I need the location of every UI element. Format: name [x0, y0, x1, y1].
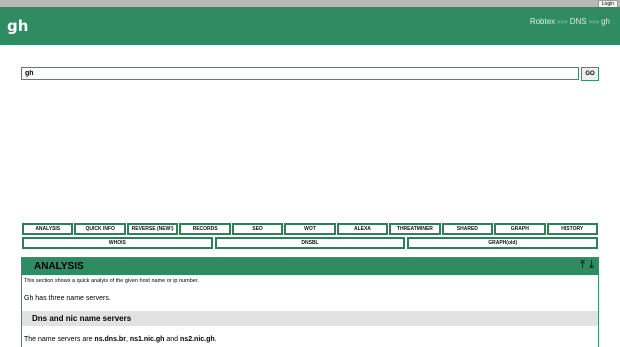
tab-dnsbl[interactable]: DNSBL [214, 237, 406, 249]
go-button[interactable]: GO [581, 67, 599, 81]
ns-link-1[interactable]: ns.dns.br [94, 336, 126, 343]
subsection-header: Dns and nic name servers [22, 311, 598, 326]
search-input[interactable] [21, 67, 579, 80]
tab-threatminer[interactable]: THREATMINER [389, 223, 441, 235]
top-strip [0, 0, 620, 7]
breadcrumb-dns[interactable]: DNS [570, 17, 587, 26]
scroll-bottom-icon[interactable]: ⤓ [589, 259, 594, 271]
tab-row-secondary: WHOIS DNSBL GRAPH(old) [22, 237, 599, 249]
site-logo[interactable]: gh [7, 17, 28, 35]
breadcrumb-gh[interactable]: gh [601, 17, 610, 26]
tab-shared[interactable]: SHARED [441, 223, 494, 235]
tab-quick-info[interactable]: QUICK INFO [74, 223, 126, 235]
tab-records[interactable]: RECORDS [179, 223, 231, 235]
ns-prefix: The name servers are [24, 336, 95, 343]
panel-controls: ⤒ ⤓ [576, 259, 594, 272]
name-servers-text: The name servers are ns.dns.br, ns1.nic.… [24, 336, 217, 343]
tab-analysis[interactable]: ANALYSIS [22, 223, 74, 235]
breadcrumb: Robtex >>> DNS >>> gh [530, 17, 610, 26]
subsection-title: Dns and nic name servers [32, 314, 132, 323]
scroll-top-icon[interactable]: ⤒ [580, 259, 585, 271]
tab-row-primary: ANALYSIS QUICK INFO REVERSE (NEW!) RECOR… [22, 223, 598, 235]
tab-reverse[interactable]: REVERSE (NEW!) [126, 223, 179, 235]
tab-graph-old[interactable]: GRAPH(old) [407, 237, 599, 249]
ns-suffix: . [214, 336, 217, 343]
panel-header: ANALYSIS ⤒ ⤓ [22, 258, 598, 275]
breadcrumb-separator: >>> [588, 20, 600, 26]
breadcrumb-separator: >>> [557, 20, 568, 26]
ns-link-3[interactable]: ns2.nic.gh [180, 336, 215, 343]
tab-alexa[interactable]: ALEXA [336, 223, 389, 235]
tab-seo[interactable]: SEO [231, 223, 284, 235]
panel-title: ANALYSIS [34, 261, 84, 272]
ns-separator: and [164, 336, 181, 343]
analysis-panel: ANALYSIS ⤒ ⤓ This section shows a quick a… [21, 257, 599, 347]
tab-wot[interactable]: WOT [284, 223, 336, 235]
panel-description: This section shows a quick analyis of th… [24, 278, 199, 284]
tab-whois[interactable]: WHOIS [22, 237, 213, 249]
tab-history[interactable]: HISTORY [546, 223, 598, 235]
summary-text: Gh has three name servers. [24, 295, 111, 302]
tab-graph[interactable]: GRAPH [494, 223, 546, 235]
header-bar: gh Robtex >>> DNS >>> gh [0, 7, 620, 45]
ns-link-2[interactable]: ns1.nic.gh [130, 336, 165, 343]
breadcrumb-robtex[interactable]: Robtex [530, 17, 555, 26]
